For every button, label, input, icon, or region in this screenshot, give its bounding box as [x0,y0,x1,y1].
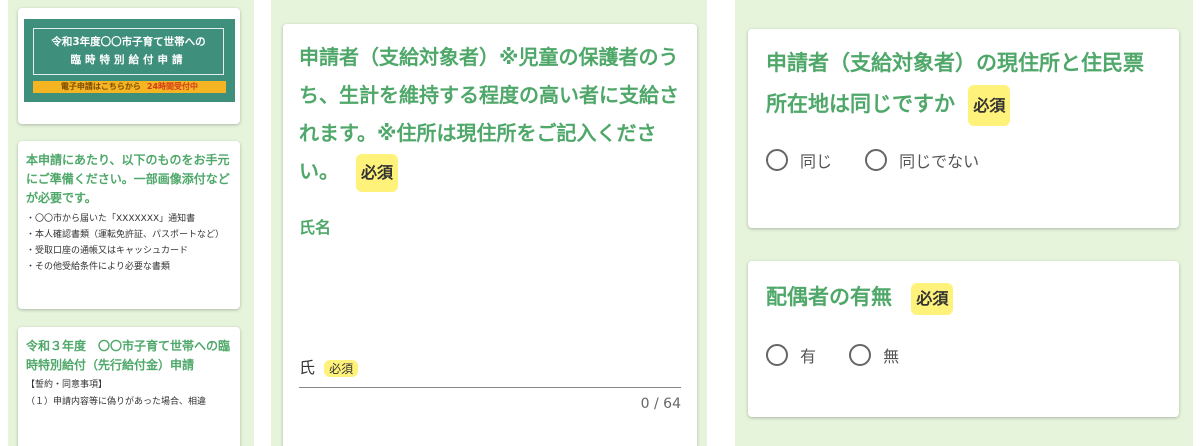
radio-label: 同じでない [899,152,980,171]
terms-card: 令和３年度 〇〇市子育て世帯への臨時特別給付（先行給付金）申請 【誓約・同意事項… [18,327,240,446]
radio-circle[interactable] [849,344,872,366]
radio-option-different[interactable]: 同じでない [865,148,979,172]
required-badge: 必須 [324,360,359,377]
address-question-text: 申請者（支給対象者）の現住所と住民票所在地は同じですか [766,51,1144,116]
banner-strip: 電子申請はこちらから 24時間受付中 [33,81,226,93]
radio-circle[interactable] [766,344,788,366]
banner-line1: 令和3年度〇〇市子育て世帯への [51,36,206,48]
address-question-card: 申請者（支給対象者）の現住所と住民票所在地は同じですか 必須 同じ 同じでない [748,29,1179,228]
middle-panel: 申請者（支給対象者）※児童の保護者のうち、生計を維持する程度の高い者に支給されま… [271,0,707,446]
banner-title: 令和3年度〇〇市子育て世帯への 臨時特別給付申請 [33,28,224,75]
radio-label: 無 [883,347,900,366]
preparation-card: 本申請にあたり、以下のものをお手元にご準備ください。一部画像添付などが必要です。… [18,141,240,309]
spouse-question-text: 配偶者の有無 [766,285,892,309]
terms-partial-line: （１）申請内容等に偽りがあった場合、相違 [26,397,207,407]
list-item: ・その他受給条件により必要な書類 [26,262,170,272]
preparation-heading: 本申請にあたり、以下のものをお手元にご準備ください。一部画像添付などが必要です。 [26,153,230,205]
applicant-heading: 申請者（支給対象者）※児童の保護者のうち、生計を維持する程度の高い者に支給されま… [299,38,681,192]
required-badge: 必須 [911,283,954,315]
spouse-question-card: 配偶者の有無 必須 有 無 [748,261,1179,417]
terms-heading: 令和３年度 〇〇市子育て世帯への臨時特別給付（先行給付金）申請 [26,339,231,372]
banner-line2: 臨時特別給付申請 [70,54,187,66]
required-badge: 必須 [355,154,398,192]
name-input-prefix: 氏 [299,358,316,377]
radio-option-yes[interactable]: 有 [766,343,816,367]
application-banner[interactable]: 令和3年度〇〇市子育て世帯への 臨時特別給付申請 電子申請はこちらから 24時間受… [24,19,235,102]
terms-subheading: 【誓約・同意事項】 [26,380,108,390]
banner-strip-text: 電子申請はこちらから [60,82,141,91]
list-item: ・本人確認書類（運転免許証、パスポートなど） [26,230,225,240]
banner-strip-highlight: 24時間受付中 [146,82,199,91]
preparation-list: ・〇〇市から届いた「XXXXXXX」通知書 ・本人確認書類（運転免許証、パスポー… [26,211,232,275]
required-badge: 必須 [968,85,1011,126]
radio-option-no[interactable]: 無 [849,343,899,367]
address-radio-group: 同じ 同じでない [766,148,1161,175]
list-item: ・〇〇市から届いた「XXXXXXX」通知書 [26,214,196,224]
radio-circle[interactable] [865,149,888,171]
character-counter: 0 / 64 [640,396,681,412]
applicant-card: 申請者（支給対象者）※児童の保護者のうち、生計を維持する程度の高い者に支給されま… [283,24,697,446]
name-input[interactable]: 氏 必須 [299,353,681,388]
radio-label: 有 [800,347,817,366]
address-question-heading: 申請者（支給対象者）の現住所と住民票所在地は同じですか 必須 [766,43,1161,126]
spouse-question-heading: 配偶者の有無 必須 [766,281,1161,315]
list-item: ・受取口座の通帳又はキャッシュカード [26,246,189,256]
name-label: 氏名 [299,218,332,237]
left-panel: 令和3年度〇〇市子育て世帯への 臨時特別給付申請 電子申請はこちらから 24時間受… [8,0,254,446]
radio-circle[interactable] [766,149,788,171]
radio-option-same[interactable]: 同じ [766,148,832,172]
radio-label: 同じ [800,152,833,171]
spouse-radio-group: 有 無 [766,343,1161,370]
banner-card[interactable]: 令和3年度〇〇市子育て世帯への 臨時特別給付申請 電子申請はこちらから 24時間受… [18,8,240,124]
right-panel: 申請者（支給対象者）の現住所と住民票所在地は同じですか 必須 同じ 同じでない … [735,0,1193,446]
